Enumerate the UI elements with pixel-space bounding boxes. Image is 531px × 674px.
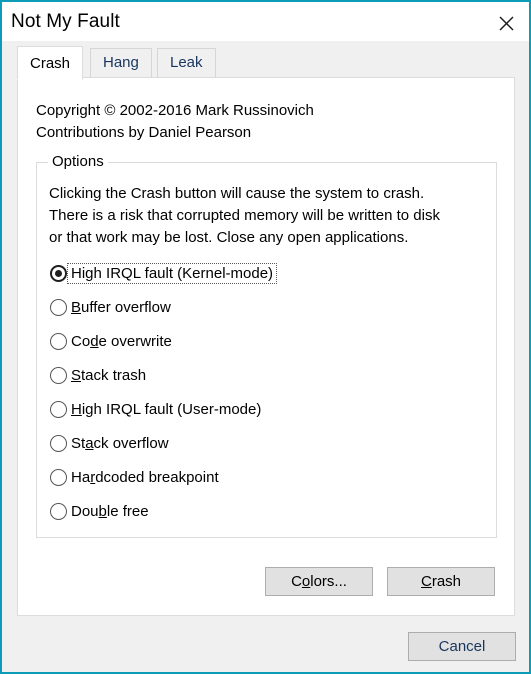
tab-strip: Crash Hang Leak bbox=[17, 46, 515, 80]
radio-unselected-icon[interactable] bbox=[50, 366, 67, 384]
options-group-box: Options Clicking the Crash button will c… bbox=[36, 153, 497, 538]
close-glyph bbox=[499, 16, 514, 31]
tab-hang[interactable]: Hang bbox=[90, 48, 152, 78]
copyright-line-1: Copyright © 2002-2016 Mark Russinovich bbox=[36, 102, 314, 119]
radio-option-4[interactable]: High IRQL fault (User-mode) bbox=[50, 392, 480, 426]
radio-option-2[interactable]: Code overwrite bbox=[50, 324, 480, 358]
tab-leak[interactable]: Leak bbox=[157, 48, 216, 78]
radio-unselected-icon[interactable] bbox=[50, 332, 67, 350]
colors-button[interactable]: Colors... bbox=[265, 567, 373, 596]
radio-option-label-7: Double free bbox=[71, 502, 149, 520]
radio-option-7[interactable]: Double free bbox=[50, 494, 480, 528]
radio-option-label-5: Stack overflow bbox=[71, 434, 169, 452]
radio-unselected-icon[interactable] bbox=[50, 298, 67, 316]
radio-option-label-6: Hardcoded breakpoint bbox=[71, 468, 219, 486]
radio-unselected-icon[interactable] bbox=[50, 400, 67, 418]
crash-button[interactable]: Crash bbox=[387, 567, 495, 596]
window-title: Not My Fault bbox=[11, 11, 120, 32]
radio-option-5[interactable]: Stack overflow bbox=[50, 426, 480, 460]
copyright-text: Copyright © 2002-2016 Mark Russinovich C… bbox=[36, 100, 314, 144]
radio-option-label-4: High IRQL fault (User-mode) bbox=[71, 400, 262, 418]
description-line-2: There is a risk that corrupted memory wi… bbox=[49, 207, 440, 224]
title-bar: Not My Fault bbox=[2, 0, 529, 41]
options-group-label: Options bbox=[48, 153, 108, 170]
tab-panel-crash: Copyright © 2002-2016 Mark Russinovich C… bbox=[17, 77, 515, 616]
radio-option-1[interactable]: Buffer overflow bbox=[50, 290, 480, 324]
cancel-button[interactable]: Cancel bbox=[408, 632, 516, 661]
radio-option-0[interactable]: High IRQL fault (Kernel-mode) bbox=[50, 256, 480, 290]
copyright-line-2: Contributions by Daniel Pearson bbox=[36, 124, 252, 141]
tab-crash[interactable]: Crash bbox=[17, 46, 84, 80]
radio-option-label-2: Code overwrite bbox=[71, 332, 172, 350]
close-icon[interactable] bbox=[484, 2, 529, 41]
dialog-window: Not My Fault Crash Hang Leak Copyright ©… bbox=[0, 0, 531, 674]
radio-option-label-1: Buffer overflow bbox=[71, 298, 171, 316]
radio-option-label-0: High IRQL fault (Kernel-mode) bbox=[66, 262, 278, 284]
radio-unselected-icon[interactable] bbox=[50, 502, 67, 520]
radio-option-3[interactable]: Stack trash bbox=[50, 358, 480, 392]
options-description: Clicking the Crash button will cause the… bbox=[49, 183, 489, 249]
radio-option-label-3: Stack trash bbox=[71, 366, 147, 384]
radio-option-6[interactable]: Hardcoded breakpoint bbox=[50, 460, 480, 494]
description-line-1: Clicking the Crash button will cause the… bbox=[49, 185, 425, 202]
description-line-3: or that work may be lost. Close any open… bbox=[49, 229, 409, 246]
radio-unselected-icon[interactable] bbox=[50, 434, 67, 452]
radio-unselected-icon[interactable] bbox=[50, 468, 67, 486]
crash-type-radio-group: High IRQL fault (Kernel-mode) Buffer over… bbox=[50, 256, 480, 528]
radio-selected-icon[interactable] bbox=[50, 264, 67, 282]
